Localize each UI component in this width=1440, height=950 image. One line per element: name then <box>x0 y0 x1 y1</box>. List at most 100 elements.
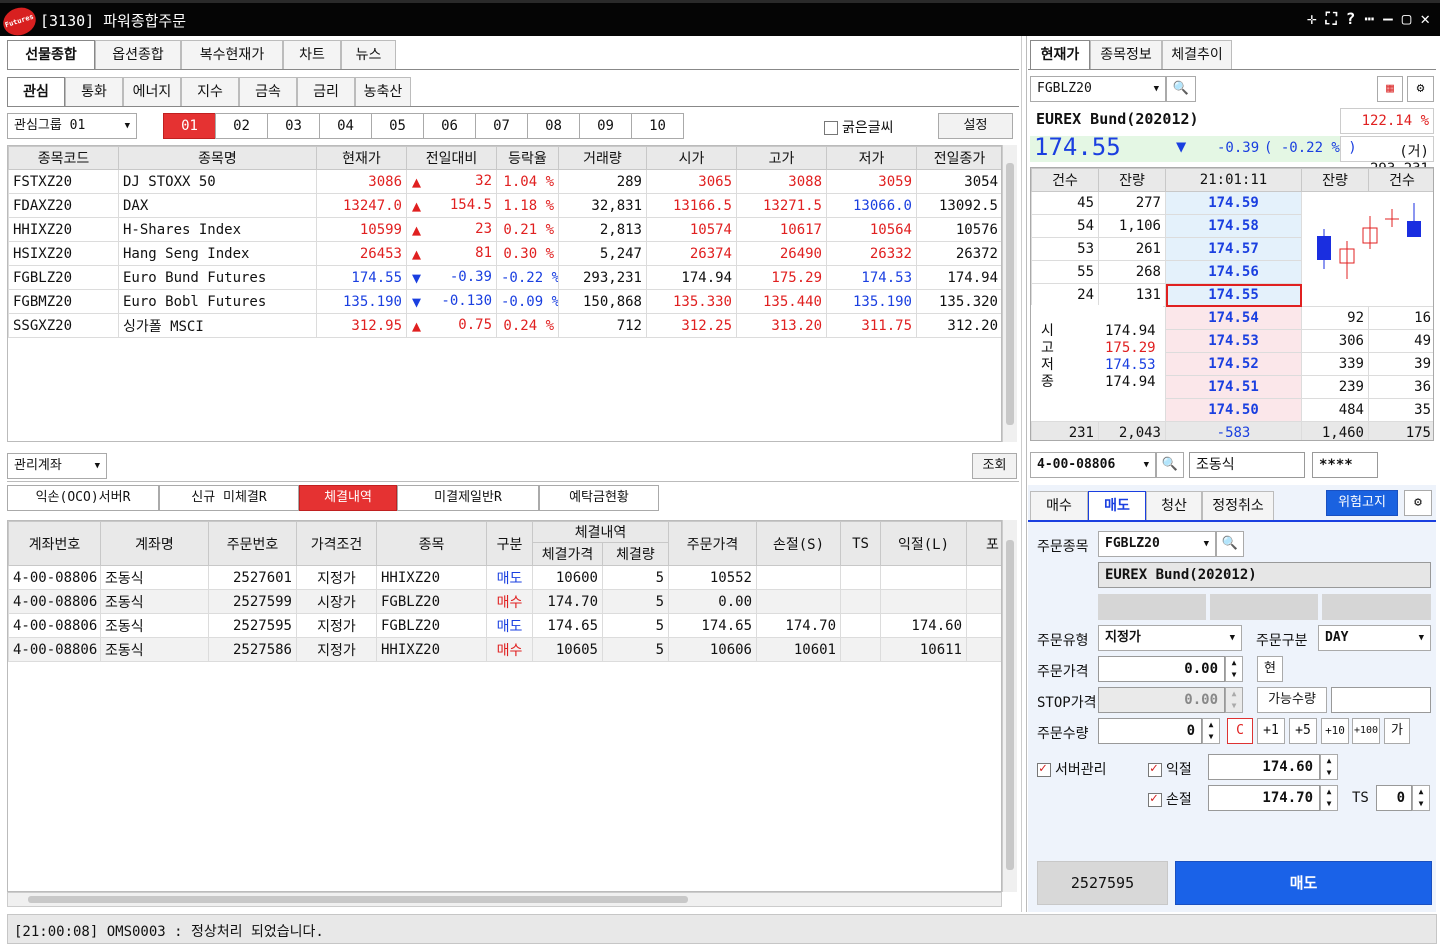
group-num-10[interactable]: 10 <box>631 113 684 139</box>
bold-font-toggle[interactable]: 굵은글씨 <box>824 117 894 137</box>
stop-loss-input[interactable]: 174.70 <box>1208 785 1320 811</box>
order-price-input[interactable]: 0.00 <box>1098 656 1225 682</box>
qty-plus-5-button[interactable]: +5 <box>1289 718 1317 744</box>
account-select[interactable]: 관리계좌 ▼ <box>7 453 107 479</box>
group-select[interactable]: 관심그룹 01 ▼ <box>7 113 137 139</box>
tab-futures[interactable]: 선물종합 <box>7 40 95 70</box>
take-profit-input[interactable]: 174.60 <box>1208 754 1320 780</box>
ask-price[interactable]: 174.55 <box>1165 283 1302 307</box>
take-profit-spinner[interactable]: ▲ ▼ <box>1320 754 1338 780</box>
submit-sell-button[interactable]: 매도 <box>1175 861 1432 905</box>
tab-options[interactable]: 옵션종합 <box>95 40 181 70</box>
subtab-index[interactable]: 지수 <box>181 77 239 107</box>
tab-oco-server[interactable]: 익손(OCO)서버R <box>7 485 159 511</box>
current-price-button[interactable]: 현 <box>1257 656 1283 682</box>
server-manage-checkbox[interactable]: 서버관리 <box>1037 759 1107 779</box>
watch-row[interactable]: FGBLZ20 Euro Bund Futures 174.55 ▼ -0.39 -0.2… <box>8 265 1001 290</box>
tab-new-unfilled[interactable]: 신규 미체결R <box>159 485 299 511</box>
order-qty-input[interactable]: 0 <box>1098 718 1202 744</box>
subtab-metal[interactable]: 금속 <box>239 77 297 107</box>
subtab-rate[interactable]: 금리 <box>297 77 355 107</box>
executions-scrollbar-v[interactable] <box>1002 520 1017 892</box>
bid-price[interactable]: 174.54 <box>1165 306 1302 330</box>
order-item-search-icon[interactable]: 🔍 <box>1216 531 1244 557</box>
watchlist-scrollbar[interactable] <box>1002 145 1017 442</box>
stop-loss-spinner[interactable]: ▲ ▼ <box>1320 785 1338 811</box>
stop-loss-checkbox[interactable]: 손절 <box>1148 789 1192 809</box>
bid-price[interactable]: 174.53 <box>1165 329 1302 353</box>
take-profit-checkbox[interactable]: 익절 <box>1148 759 1192 779</box>
group-num-08[interactable]: 08 <box>527 113 580 139</box>
group-num-01[interactable]: 01 <box>163 113 216 139</box>
ask-price[interactable]: 174.58 <box>1165 214 1302 238</box>
qty-plus-10-button[interactable]: +10 <box>1321 718 1349 744</box>
clear-qty-button[interactable]: C <box>1227 718 1253 744</box>
tab-liquidate[interactable]: 청산 <box>1146 491 1202 521</box>
tab-item-info[interactable]: 종목정보 <box>1090 40 1162 70</box>
stop-price-spinner[interactable]: ▲ ▼ <box>1225 687 1243 713</box>
group-num-04[interactable]: 04 <box>319 113 372 139</box>
execution-row[interactable]: 4-00-08806 조동식 2527599 시장가 FGBLZ20 매수 174.70 5 0… <box>8 589 1001 614</box>
subtab-agri[interactable]: 농축산 <box>355 77 411 107</box>
tab-buy[interactable]: 매수 <box>1030 491 1088 521</box>
setup-button[interactable]: 설정 <box>938 113 1013 139</box>
order-division-select[interactable]: DAY ▼ <box>1318 625 1431 651</box>
watch-row[interactable]: HHIXZ20 H-Shares Index 10599 ▲ 23 0.21 % 2,813… <box>8 217 1001 242</box>
ask-price[interactable]: 174.59 <box>1165 191 1302 215</box>
executions-scrollbar-h[interactable] <box>7 892 1002 907</box>
tab-sell[interactable]: 매도 <box>1088 491 1146 521</box>
group-num-09[interactable]: 09 <box>579 113 632 139</box>
stop-price-input[interactable]: 0.00 <box>1098 687 1225 713</box>
bid-price[interactable]: 174.50 <box>1165 398 1302 422</box>
more-icon[interactable]: ⋯ <box>1364 9 1374 29</box>
watch-row[interactable]: FGBMZ20 Euro Bobl Futures 135.190 ▼ -0.130 -0… <box>8 289 1001 314</box>
watch-row[interactable]: SSGXZ20 싱가폴 MSCI 312.95 ▲ 0.75 0.24 % 712 312.2… <box>8 313 1001 338</box>
execution-row[interactable]: 4-00-08806 조동식 2527601 지정가 HHIXZ20 매도 10600 5 10… <box>8 565 1001 590</box>
tab-news[interactable]: 뉴스 <box>341 40 396 70</box>
execution-row[interactable]: 4-00-08806 조동식 2527586 지정가 HHIXZ20 매수 10605 5 10… <box>8 637 1001 662</box>
ask-price[interactable]: 174.56 <box>1165 260 1302 284</box>
fullscreen-icon[interactable]: ⛶ <box>1326 9 1337 29</box>
tab-multi-quote[interactable]: 복수현재가 <box>181 40 283 70</box>
available-qty-button[interactable]: 가능수량 <box>1257 687 1327 713</box>
order-type-select[interactable]: 지정가 ▼ <box>1098 625 1242 651</box>
grid-icon[interactable]: ▦ <box>1377 76 1403 102</box>
qty-max-button[interactable]: 가 <box>1384 718 1410 744</box>
subtab-energy[interactable]: 에너지 <box>123 77 181 107</box>
close-icon[interactable]: ✕ <box>1420 9 1430 29</box>
order-qty-spinner[interactable]: ▲ ▼ <box>1202 718 1220 744</box>
tab-chart[interactable]: 차트 <box>283 40 341 70</box>
execution-row[interactable]: 4-00-08806 조동식 2527595 지정가 FGBLZ20 매도 174.65 5 1… <box>8 613 1001 638</box>
help-icon[interactable]: ? <box>1346 9 1356 29</box>
order-account-select[interactable]: 4-00-08806 ▼ <box>1030 452 1156 478</box>
group-num-03[interactable]: 03 <box>267 113 320 139</box>
tab-open-positions[interactable]: 미결제일반R <box>397 485 539 511</box>
watch-row[interactable]: FDAXZ20 DAX 13247.0 ▲ 154.5 1.18 % 32,831 13166… <box>8 193 1001 218</box>
watch-row[interactable]: FSTXZ20 DJ STOXX 50 3086 ▲ 32 1.04 % 289 3065 30… <box>8 169 1001 194</box>
subtab-currency[interactable]: 통화 <box>65 77 123 107</box>
account-password[interactable]: **** <box>1312 452 1378 478</box>
watch-row[interactable]: HSIXZ20 Hang Seng Index 26453 ▲ 81 0.30 % 5,24… <box>8 241 1001 266</box>
group-num-06[interactable]: 06 <box>423 113 476 139</box>
query-button[interactable]: 조회 <box>972 453 1017 479</box>
search-icon[interactable]: 🔍 <box>1166 76 1196 102</box>
order-settings-icon[interactable]: ⚙ <box>1404 490 1432 516</box>
order-item-select[interactable]: FGBLZ20 ▼ <box>1098 531 1216 557</box>
qty-plus-1-button[interactable]: +1 <box>1257 718 1285 744</box>
group-num-02[interactable]: 02 <box>215 113 268 139</box>
bid-price[interactable]: 174.51 <box>1165 375 1302 399</box>
tab-executions[interactable]: 체결내역 <box>299 485 397 511</box>
maximize-icon[interactable]: ▢ <box>1402 9 1412 29</box>
move-icon[interactable]: ✛ <box>1307 9 1317 29</box>
trailing-stop-spinner[interactable]: ▲ ▼ <box>1412 785 1430 811</box>
qty-plus-100-button[interactable]: +100 <box>1352 718 1380 744</box>
subtab-watch[interactable]: 관심 <box>7 77 65 107</box>
account-search-icon[interactable]: 🔍 <box>1156 452 1184 478</box>
tab-deposit[interactable]: 예탁금현황 <box>539 485 659 511</box>
tab-current-price[interactable]: 현재가 <box>1030 40 1090 70</box>
trailing-stop-input[interactable]: 0 <box>1376 785 1412 811</box>
minimize-icon[interactable]: – <box>1383 9 1393 29</box>
ask-price[interactable]: 174.57 <box>1165 237 1302 261</box>
quote-item-select[interactable]: FGBLZ20 ▼ <box>1030 76 1166 102</box>
order-price-spinner[interactable]: ▲ ▼ <box>1225 656 1243 682</box>
